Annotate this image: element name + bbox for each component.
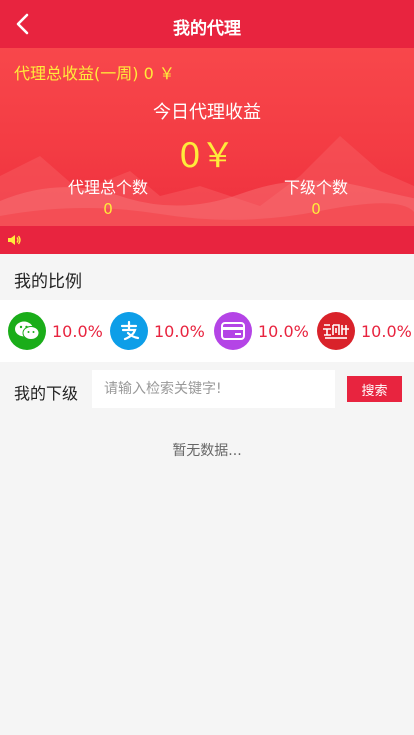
ratio-section-title: 我的比例 <box>0 254 414 300</box>
sub-count-label: 下级个数 <box>283 178 348 197</box>
subordinates-search-row: 我的下级 搜索 <box>0 362 414 416</box>
empty-state-text: 暂无数据... <box>172 443 242 459</box>
ratio-list: 10.0% 10.0% 10.0% 10.0% <box>0 300 414 362</box>
total-agents-value: 0 <box>103 200 113 218</box>
ratio-item-alipay: 10.0% <box>110 312 205 350</box>
total-agents-label: 代理总个数 <box>67 178 148 197</box>
card-icon <box>214 312 252 350</box>
weekly-earnings: 代理总收益(一周) 0 ￥ <box>14 64 175 83</box>
search-input[interactable] <box>92 370 335 408</box>
ratio-item-wechat: 10.0% <box>8 312 103 350</box>
card-ratio-value: 10.0% <box>258 321 309 341</box>
unionpay-cloud-icon <box>317 312 355 350</box>
total-agents-stat: 代理总个数 0 <box>38 174 178 218</box>
sub-count-stat: 下级个数 0 <box>246 174 386 218</box>
today-earnings-value: 0￥ <box>179 136 235 176</box>
notice-bar <box>0 226 414 254</box>
today-earnings-label: 今日代理收益 <box>153 102 261 123</box>
header-bar: 我的代理 <box>0 0 414 48</box>
ratio-item-card: 10.0% <box>214 312 309 350</box>
subordinates-label: 我的下级 <box>14 384 79 403</box>
wechat-icon <box>8 312 46 350</box>
speaker-icon <box>6 232 22 248</box>
wechat-ratio-value: 10.0% <box>52 321 103 341</box>
unionpay-ratio-value: 10.0% <box>361 321 412 341</box>
page-title: 我的代理 <box>173 19 241 39</box>
alipay-icon <box>110 312 148 350</box>
ratio-item-unionpay: 10.0% <box>317 312 412 350</box>
alipay-ratio-value: 10.0% <box>154 321 205 341</box>
earnings-banner: 代理总收益(一周) 0 ￥ 今日代理收益 0￥ 代理总个数 0 下级个数 0 <box>0 48 414 226</box>
search-button[interactable]: 搜索 <box>347 376 402 402</box>
sub-count-value: 0 <box>311 200 321 218</box>
